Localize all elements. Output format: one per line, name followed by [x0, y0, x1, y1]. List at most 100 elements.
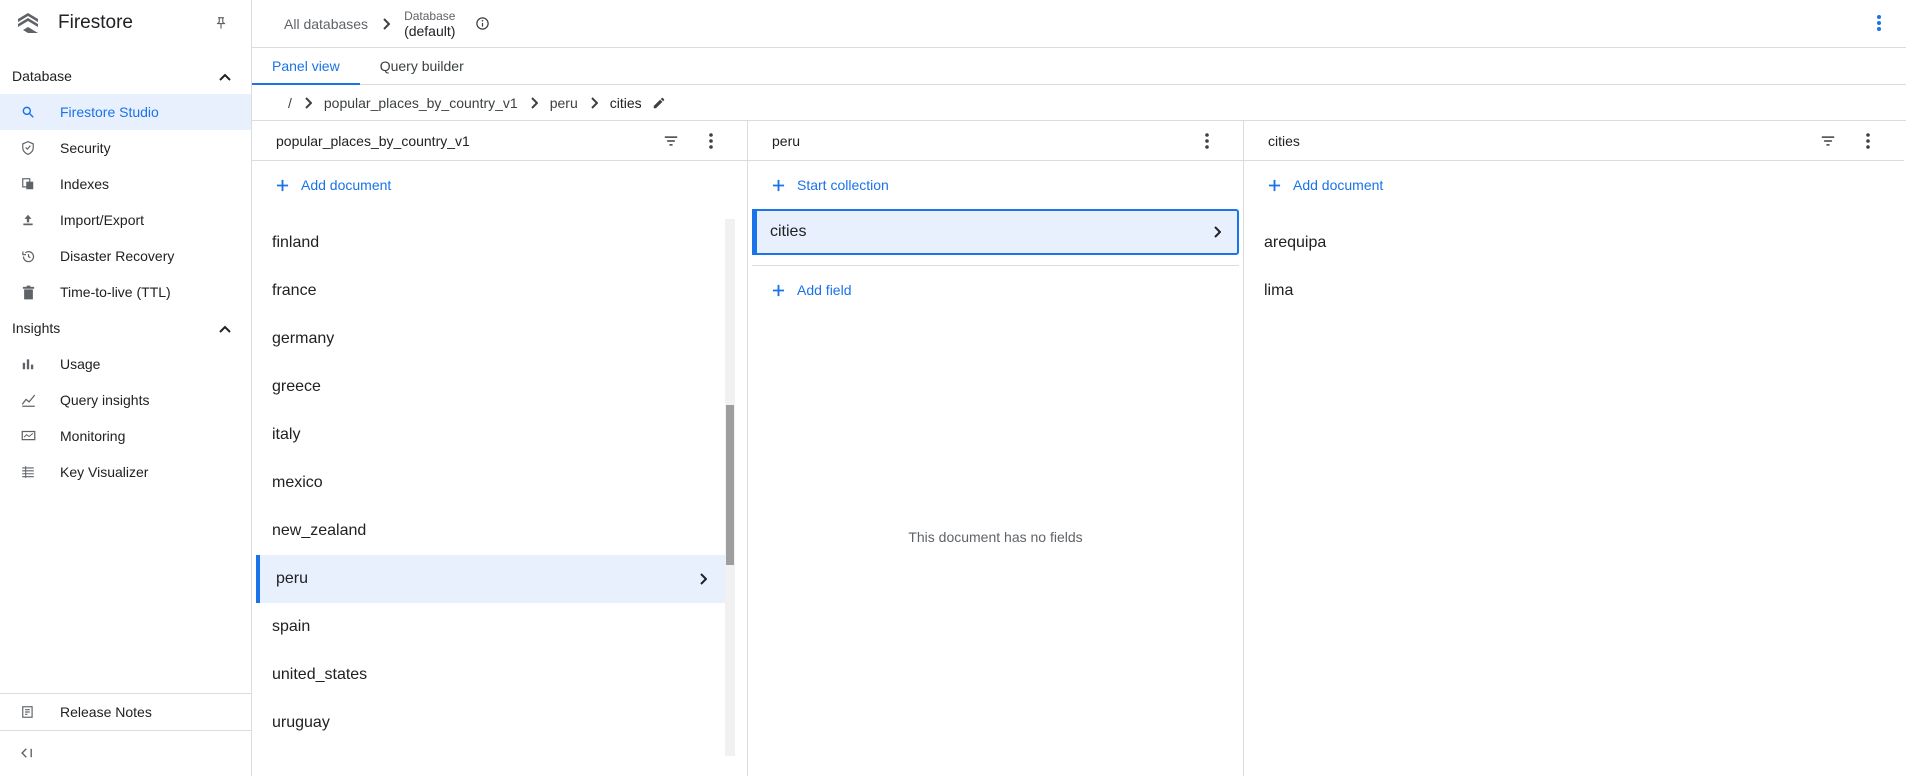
start-collection-label: Start collection: [797, 177, 889, 193]
path-root[interactable]: /: [288, 95, 292, 111]
document-panel: peru Start collection cities Add field T…: [748, 121, 1244, 776]
list-item-label: peru: [276, 570, 309, 587]
tab-panel-view[interactable]: Panel view: [252, 48, 360, 85]
database-name: (default): [404, 22, 456, 39]
upload-icon: [20, 212, 36, 228]
section-database[interactable]: Database: [0, 58, 251, 94]
collapse-icon: [20, 746, 34, 762]
section-insights[interactable]: Insights: [0, 310, 251, 346]
list-item[interactable]: spain: [252, 603, 727, 651]
nav-security[interactable]: Security: [0, 130, 251, 166]
plus-icon: [276, 179, 289, 192]
nav-key-visualizer[interactable]: Key Visualizer: [0, 454, 251, 490]
scrollbar-thumb[interactable]: [726, 405, 734, 565]
nav-label: Time-to-live (TTL): [60, 284, 171, 300]
top-bar: All databases Database (default): [252, 0, 1906, 48]
list-item[interactable]: arequipa: [1244, 219, 1904, 267]
path-segment[interactable]: peru: [550, 95, 578, 111]
panel-header: cities: [1244, 121, 1904, 161]
edit-pencil-icon[interactable]: [652, 96, 666, 110]
more-vert-icon[interactable]: [691, 121, 731, 161]
nav-ttl[interactable]: Time-to-live (TTL): [0, 274, 251, 310]
more-vert-icon[interactable]: [1187, 121, 1227, 161]
nav-label: Release Notes: [60, 704, 152, 720]
nav-label: Security: [60, 140, 111, 156]
firestore-logo-icon: [14, 9, 42, 37]
nav-label: Query insights: [60, 392, 150, 408]
line-chart-icon: [20, 392, 36, 408]
subcollection-panel: cities Add document arequipa lima: [1244, 121, 1904, 776]
sidebar-bottom: Release Notes: [0, 693, 251, 776]
subcollection-item[interactable]: cities: [752, 209, 1239, 255]
nav-disaster-recovery[interactable]: Disaster Recovery: [0, 238, 251, 274]
notes-icon: [20, 704, 36, 720]
nav-label: Monitoring: [60, 428, 126, 444]
nav-label: Disaster Recovery: [60, 248, 175, 264]
nav-label: Usage: [60, 356, 101, 372]
pin-icon[interactable]: [211, 13, 231, 33]
path-segment[interactable]: popular_places_by_country_v1: [324, 95, 518, 111]
list-item[interactable]: finland: [252, 219, 727, 267]
shield-icon: [20, 140, 36, 156]
list-item[interactable]: france: [252, 267, 727, 315]
bar-chart-icon: [20, 356, 36, 372]
nav-label: Firestore Studio: [60, 104, 159, 120]
list-item[interactable]: uruguay: [252, 699, 727, 747]
list-item[interactable]: italy: [252, 411, 727, 459]
list-item[interactable]: greece: [252, 363, 727, 411]
nav-label: Key Visualizer: [60, 464, 149, 480]
add-document-button[interactable]: Add document: [1244, 161, 1904, 209]
nav-release-notes[interactable]: Release Notes: [0, 694, 251, 730]
nav-indexes[interactable]: Indexes: [0, 166, 251, 202]
list-item[interactable]: united_states: [252, 651, 727, 699]
list-item[interactable]: mexico: [252, 459, 727, 507]
document-list: finland france germany greece italy mexi…: [252, 219, 727, 756]
trash-icon: [20, 284, 36, 300]
info-icon[interactable]: [475, 16, 490, 31]
filter-icon[interactable]: [1808, 121, 1848, 161]
path-segment-current: cities: [609, 94, 642, 111]
database-selector[interactable]: Database (default): [404, 9, 455, 39]
database-label: Database: [404, 8, 456, 23]
view-tabs: Panel view Query builder: [252, 48, 1906, 85]
chevron-up-icon: [219, 320, 231, 336]
indexes-icon: [20, 176, 36, 192]
add-field-label: Add field: [797, 282, 852, 298]
start-collection-button[interactable]: Start collection: [748, 161, 1243, 209]
nav-usage[interactable]: Usage: [0, 346, 251, 382]
scrollbar[interactable]: [725, 219, 735, 756]
panel-header: popular_places_by_country_v1: [252, 121, 747, 161]
panel-title: cities: [1268, 132, 1300, 149]
plus-icon: [772, 284, 785, 297]
panel-title: popular_places_by_country_v1: [276, 132, 470, 149]
subcollection-label: cities: [770, 223, 807, 240]
more-vert-icon[interactable]: [1848, 121, 1888, 161]
add-field-button[interactable]: Add field: [748, 266, 1243, 314]
chevron-right-icon: [382, 17, 391, 30]
tab-query-builder[interactable]: Query builder: [360, 48, 484, 84]
path-breadcrumb: / popular_places_by_country_v1 peru citi…: [252, 85, 1906, 121]
collection-panel: popular_places_by_country_v1 Add documen…: [252, 121, 748, 776]
collapse-sidebar-button[interactable]: [0, 730, 251, 776]
more-vert-icon[interactable]: [1876, 14, 1882, 35]
empty-fields-message: This document has no fields: [908, 529, 1083, 545]
nav-query-insights[interactable]: Query insights: [0, 382, 251, 418]
nav-label: Import/Export: [60, 212, 145, 228]
chevron-right-icon: [530, 96, 538, 109]
list-item[interactable]: lima: [1244, 267, 1904, 315]
section-database-label: Database: [12, 68, 72, 84]
list-item-selected[interactable]: peru: [256, 555, 727, 603]
nav-firestore-studio[interactable]: Firestore Studio: [0, 94, 251, 130]
list-item[interactable]: germany: [252, 315, 727, 363]
chevron-right-icon: [590, 96, 598, 109]
filter-icon[interactable]: [651, 121, 691, 161]
all-databases-link[interactable]: All databases: [284, 16, 368, 32]
list-item[interactable]: new_zealand: [252, 507, 727, 555]
nav-import-export[interactable]: Import/Export: [0, 202, 251, 238]
nav-monitoring[interactable]: Monitoring: [0, 418, 251, 454]
add-document-button[interactable]: Add document: [252, 161, 747, 209]
chevron-right-icon: [304, 96, 312, 109]
history-icon: [20, 248, 36, 264]
panel-header: peru: [748, 121, 1243, 161]
search-icon: [20, 104, 36, 120]
